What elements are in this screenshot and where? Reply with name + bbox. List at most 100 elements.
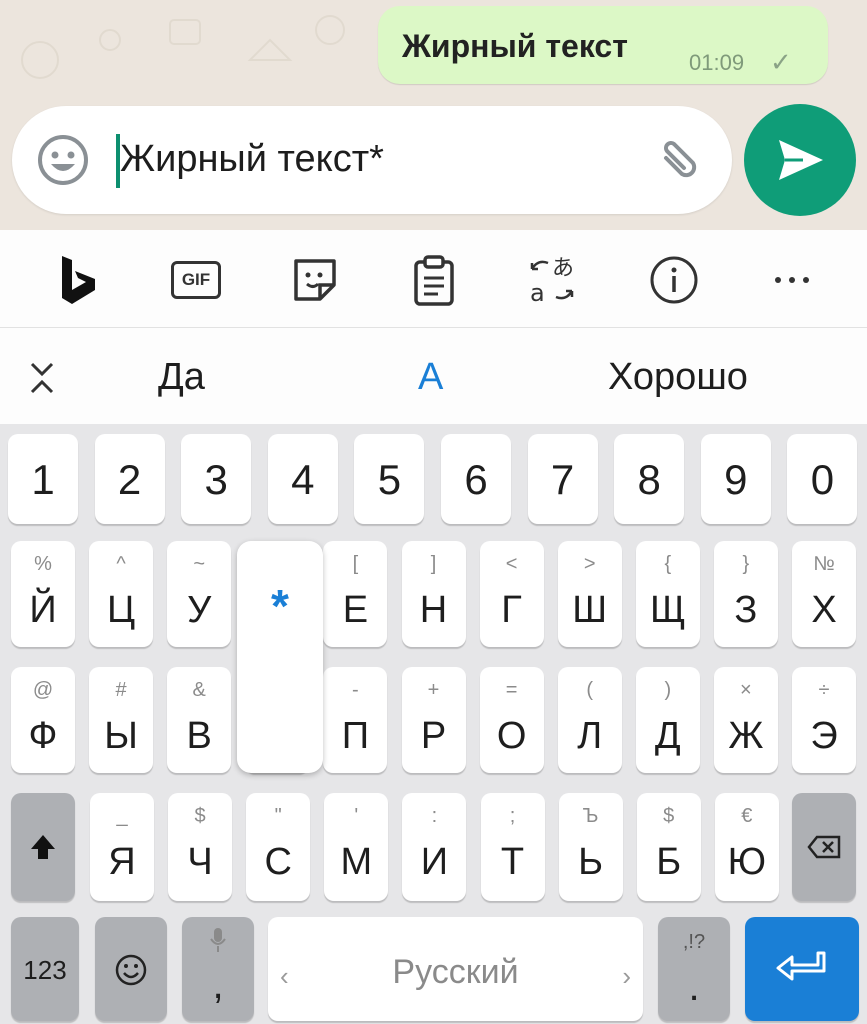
key-8[interactable]: 8 [614, 434, 685, 524]
key-row1-10[interactable]: № Х [792, 541, 856, 647]
key-row2-7[interactable]: (Л [557, 667, 622, 773]
suggestion-middle[interactable]: А [418, 356, 443, 399]
sent-message-bubble[interactable]: Жирный текст 01:09 ✓ [378, 6, 828, 84]
key-row2-5-label: Р [420, 715, 447, 757]
translate-icon[interactable]: あa [525, 252, 581, 308]
key-0[interactable]: 0 [787, 434, 858, 524]
key-row1-6-alt-label: < [505, 553, 518, 575]
key-0-label: 0 [810, 456, 835, 503]
key-row2-0[interactable]: @ Ф [11, 667, 75, 773]
key-5[interactable]: 5 [354, 434, 425, 524]
key-2[interactable]: 2 [94, 434, 165, 524]
key-row1-9[interactable]: } З [713, 541, 778, 647]
key-3[interactable]: 3 [181, 434, 252, 524]
gif-button[interactable]: GIF [168, 252, 224, 308]
key-row1-5[interactable]: ] Н [401, 541, 466, 647]
key-6[interactable]: 6 [441, 434, 511, 524]
key-row1-1-alt-label: ^ [116, 553, 126, 575]
space-key[interactable]: ‹ Русский › [268, 917, 643, 1021]
emoji-key[interactable] [95, 917, 167, 1021]
key-row3-6[interactable]: ЪЬ [558, 793, 623, 901]
shift-key[interactable] [11, 793, 75, 901]
key-row1-9-alt-label: } [742, 553, 750, 575]
key-row3-5[interactable]: ; Т [480, 793, 545, 901]
key-row2-10[interactable]: ÷ Э [792, 667, 856, 773]
key-row1-2-label: У [187, 589, 212, 631]
language-label: Русский [392, 953, 519, 991]
bing-icon[interactable] [50, 252, 106, 308]
key-row2-6[interactable]: = О [479, 667, 544, 773]
enter-key[interactable] [745, 917, 859, 1021]
key-row2-6-label: О [496, 715, 527, 757]
key-row2-1[interactable]: # Ы [89, 667, 154, 773]
sticker-icon[interactable] [287, 252, 343, 308]
key-row2-2-alt-label: & [192, 679, 206, 701]
key-row3-4-label: И [420, 841, 449, 883]
key-row3-3-alt-label: ' [354, 805, 359, 827]
key-row2-10-alt-label: ÷ [818, 679, 830, 701]
key-row3-1[interactable]: $ Ч [168, 793, 233, 901]
paperclip-icon[interactable] [652, 134, 706, 188]
more-icon[interactable] [764, 252, 820, 308]
clipboard-icon[interactable] [406, 252, 462, 308]
key-row3-7[interactable]: $ Б [636, 793, 701, 901]
backspace-key[interactable] [792, 793, 856, 901]
comma-key[interactable]: , [182, 917, 254, 1021]
info-icon[interactable] [646, 252, 702, 308]
key-row3-3-label: М [340, 841, 373, 883]
key-row1-7-alt-label: > [583, 553, 596, 575]
key-row1-5-label: Н [419, 589, 448, 631]
key-row3-7-label: Б [656, 841, 682, 883]
suggestion-right[interactable]: Хорошо [608, 356, 748, 399]
key-row1-8[interactable]: {Щ [635, 541, 700, 647]
key-row2-7-alt-label: ( [586, 679, 594, 701]
key-row1-2[interactable]: ~ У [167, 541, 232, 647]
key-row2-6-alt-label: = [505, 679, 518, 701]
key-row2-8[interactable]: ) Д [635, 667, 700, 773]
key-row2-5[interactable]: + Р [401, 667, 466, 773]
key-row2-5-alt-label: + [427, 679, 440, 701]
key-row3-4[interactable]: :И [402, 793, 467, 901]
key-row1-6[interactable]: < Г [479, 541, 544, 647]
key-1-label: 1 [31, 456, 55, 503]
key-row1-0[interactable]: % Й [11, 541, 75, 647]
suggestion-left[interactable]: Да [158, 356, 205, 399]
key-6-label: 6 [464, 456, 488, 503]
key-row2-9[interactable]: × Ж [713, 667, 778, 773]
key-9[interactable]: 9 [700, 434, 771, 524]
key-row3-0-alt-label: _ [116, 805, 128, 827]
key-row2-2[interactable]: & В [167, 667, 232, 773]
key-row3-8[interactable]: € Ю [714, 793, 779, 901]
key-row3-0[interactable]: _ Я [90, 793, 154, 901]
message-input[interactable]: Жирный текст* [120, 138, 384, 181]
key-row3-2-label: С [264, 841, 292, 883]
key-row3-2[interactable]: " С [246, 793, 311, 901]
key-row1-8-alt-label: { [664, 553, 672, 575]
message-input-box[interactable]: Жирный текст* [12, 106, 732, 214]
numeric-mode-key[interactable]: 123 [11, 917, 79, 1021]
key-row1-1[interactable]: ^ Ц [89, 541, 154, 647]
period-key[interactable]: ,!? . [658, 917, 730, 1021]
key-row1-2-alt-label: ~ [193, 553, 206, 575]
key-4[interactable]: 4 [267, 434, 338, 524]
key-row2-4-alt-label: - [352, 679, 359, 701]
emoji-icon[interactable] [36, 133, 90, 187]
key-row3-8-alt-label: € [741, 805, 753, 827]
key-row3-8-label: Ю [727, 841, 766, 883]
key-row2-4[interactable]: -П [323, 667, 388, 773]
suggestion-bar: Да А Хорошо [0, 328, 867, 424]
key-1[interactable]: 1 [8, 434, 78, 524]
key-row3-6-alt-label: Ъ [582, 805, 599, 827]
key-row3-0-label: Я [108, 841, 136, 883]
key-row2-9-label: Ж [728, 715, 764, 757]
key-row1-4-alt-label: [ [352, 553, 359, 575]
key-7[interactable]: 7 [527, 434, 598, 524]
key-row3-3[interactable]: ' М [324, 793, 389, 901]
key-row2-8-alt-label: ) [664, 679, 672, 701]
key-row1-7[interactable]: > Ш [557, 541, 622, 647]
collapse-icon[interactable] [22, 358, 62, 398]
key-row3-4-alt-label: : [431, 805, 438, 827]
key-row1-4[interactable]: [Е [323, 541, 388, 647]
send-button[interactable] [744, 104, 856, 216]
key-4-label: 4 [291, 456, 315, 503]
